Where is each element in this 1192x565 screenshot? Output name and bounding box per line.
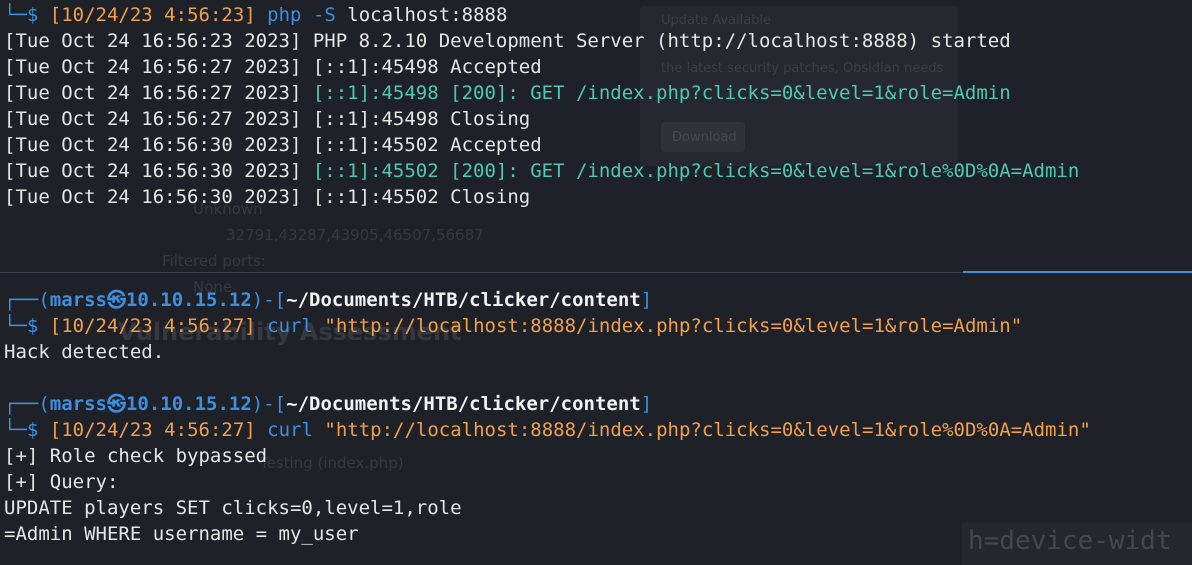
prompt-command-line: └─$ [10/24/23 4:56:27] curl "http://loca… xyxy=(4,313,1022,339)
command-output-line: =Admin WHERE username = my_user xyxy=(4,523,359,545)
prompt-timestamp: [10/24/23 4:56:27] xyxy=(49,419,256,441)
prompt-corner: └─ xyxy=(4,4,27,26)
log-timestamp: [Tue Oct 24 16:56:27 2023] xyxy=(4,82,313,104)
command-argument: "http://localhost:8888/index.php?clicks=… xyxy=(324,419,1091,441)
prompt-header-line: ┌──(marss㉿10.10.15.12)-[~/Documents/HTB/… xyxy=(4,391,652,417)
prompt-command-line: └─$ [10/24/23 4:56:27] curl "http://loca… xyxy=(4,417,1091,443)
log-timestamp: [Tue Oct 24 16:56:30 2023] xyxy=(4,160,313,182)
prompt-user-host: marss㉿10.10.15.12 xyxy=(49,289,252,311)
prompt-header-line: ┌──(marss㉿10.10.15.12)-[~/Documents/HTB/… xyxy=(4,287,652,313)
command-flag: -S xyxy=(312,4,336,26)
command-argument: localhost:8888 xyxy=(347,4,508,26)
log-body: [::1]:45502 Closing xyxy=(312,186,531,208)
command-output-line: Hack detected. xyxy=(4,341,165,363)
terminal-pane-server[interactable]: └─$ [10/24/23 4:56:23] php -S localhost:… xyxy=(0,0,1192,272)
log-timestamp: [Tue Oct 24 16:56:30 2023] xyxy=(4,134,313,156)
command-argument: "http://localhost:8888/index.php?clicks=… xyxy=(324,315,1023,337)
prompt-open: ┌──( xyxy=(4,393,50,415)
prompt-path: ~/Documents/HTB/clicker/content xyxy=(286,393,641,415)
log-line: [Tue Oct 24 16:56:30 2023] [::1]:45502 A… xyxy=(4,132,542,158)
prompt-user-host: marss㉿10.10.15.12 xyxy=(49,393,252,415)
log-body: [::1]:45502 Accepted xyxy=(312,134,542,156)
command-output-line: [+] Role check bypassed xyxy=(4,445,268,467)
log-timestamp: [Tue Oct 24 16:56:27 2023] xyxy=(4,56,313,78)
log-timestamp: [Tue Oct 24 16:56:30 2023] xyxy=(4,186,313,208)
log-line: [Tue Oct 24 16:56:27 2023] [::1]:45498 C… xyxy=(4,106,530,132)
log-body: [::1]:45498 Closing xyxy=(312,108,531,130)
prompt-mid: )-[ xyxy=(251,289,287,311)
log-timestamp: [Tue Oct 24 16:56:23 2023] xyxy=(4,30,313,52)
log-timestamp: [Tue Oct 24 16:56:27 2023] xyxy=(4,108,313,130)
terminal-pane-client[interactable]: ┌──(marss㉿10.10.15.12)-[~/Documents/HTB/… xyxy=(0,272,1192,565)
log-line: [Tue Oct 24 16:56:30 2023] [::1]:45502 [… xyxy=(4,158,1079,184)
prompt-symbol: $ xyxy=(26,4,39,26)
log-request: [::1]:45498 [200]: GET /index.php?clicks… xyxy=(312,82,1011,104)
log-body: PHP 8.2.10 Development Server (http://lo… xyxy=(312,30,1011,52)
prompt-close: ] xyxy=(640,289,653,311)
prompt-timestamp: [10/24/23 4:56:23] xyxy=(49,4,256,26)
command-output-line: UPDATE players SET clicks=0,level=1,role xyxy=(4,497,462,519)
prompt-symbol: $ xyxy=(26,315,39,337)
command-name: curl xyxy=(267,315,313,337)
log-line: [Tue Oct 24 16:56:30 2023] [::1]:45502 C… xyxy=(4,184,530,210)
log-line: [Tue Oct 24 16:56:27 2023] [::1]:45498 [… xyxy=(4,80,1011,106)
prompt-path: ~/Documents/HTB/clicker/content xyxy=(286,289,641,311)
log-body: [::1]:45498 Accepted xyxy=(312,56,542,78)
prompt-corner: └─ xyxy=(4,315,27,337)
prompt-symbol: $ xyxy=(26,419,39,441)
log-request: [::1]:45502 [200]: GET /index.php?clicks… xyxy=(312,160,1080,182)
command-name: curl xyxy=(267,419,313,441)
prompt-open: ┌──( xyxy=(4,289,50,311)
server-prompt-line: └─$ [10/24/23 4:56:23] php -S localhost:… xyxy=(4,2,507,28)
command-name: php xyxy=(267,4,302,26)
prompt-mid: )-[ xyxy=(251,393,287,415)
prompt-close: ] xyxy=(640,393,653,415)
command-output-line: [+] Query: xyxy=(4,471,119,493)
prompt-timestamp: [10/24/23 4:56:27] xyxy=(49,315,256,337)
prompt-corner: └─ xyxy=(4,419,27,441)
log-line: [Tue Oct 24 16:56:27 2023] [::1]:45498 A… xyxy=(4,54,542,80)
log-line: [Tue Oct 24 16:56:23 2023] PHP 8.2.10 De… xyxy=(4,28,1011,54)
